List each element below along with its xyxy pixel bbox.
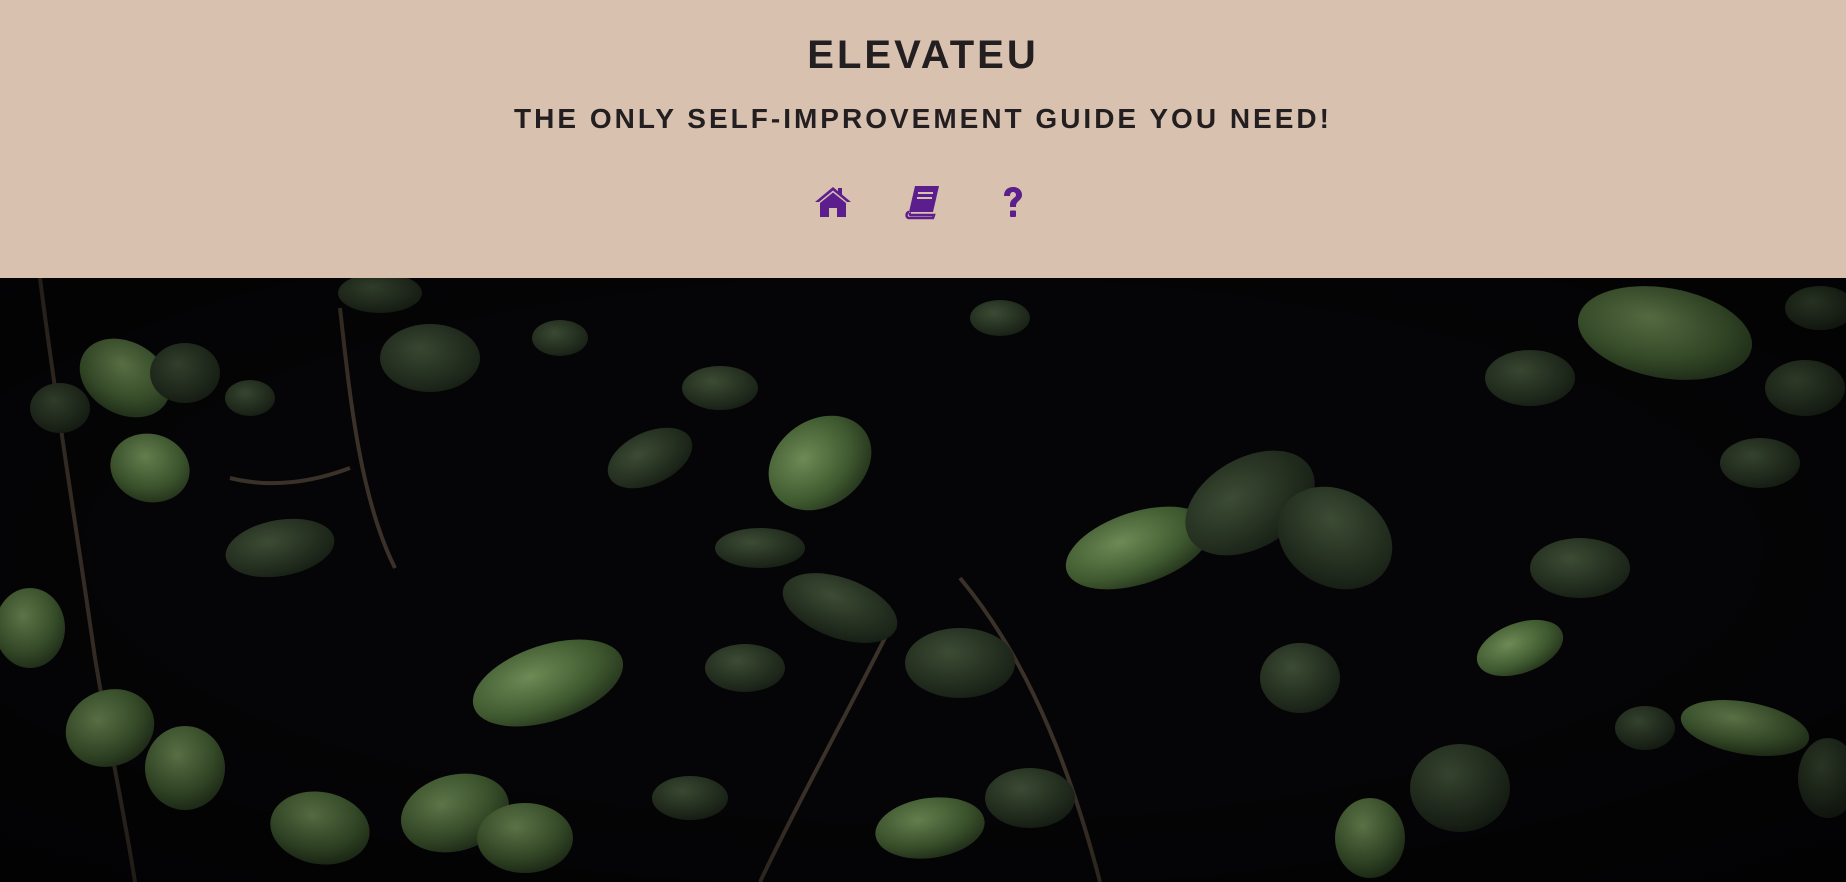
main-nav [0, 182, 1846, 222]
site-title: ELEVATEU [807, 33, 1039, 77]
home-icon [814, 186, 852, 218]
nav-guide-link[interactable] [903, 182, 943, 222]
hero-banner [0, 278, 1846, 882]
nav-faq-link[interactable] [993, 182, 1033, 222]
question-icon [1001, 185, 1025, 219]
nav-home-link[interactable] [813, 182, 853, 222]
site-header: ELEVATEU THE ONLY SELF-IMPROVEMENT GUIDE… [0, 0, 1846, 278]
dark-leaves-background [0, 278, 1846, 882]
site-tagline: THE ONLY SELF-IMPROVEMENT GUIDE YOU NEED… [514, 103, 1332, 134]
book-icon [904, 184, 942, 220]
